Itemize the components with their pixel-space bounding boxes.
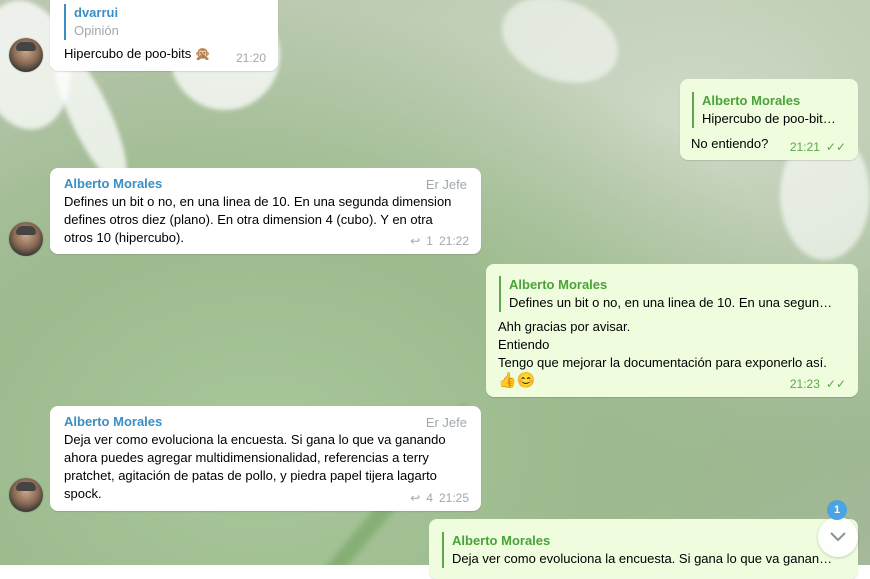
- reply-preview[interactable]: Alberto Morales Defines un bit o no, en …: [499, 276, 849, 312]
- sender-name[interactable]: Alberto Morales: [64, 413, 162, 431]
- reply-arrow-icon[interactable]: ↩: [410, 234, 420, 248]
- message-line: pratchet, agitación de patas de pollo, y…: [64, 468, 437, 483]
- reply-text: Deja ver como evoluciona la encuesta. Si…: [452, 551, 833, 566]
- message-line: ahora puedes agregar multidimensionalida…: [64, 450, 429, 465]
- message-text: Defines un bit o no, en una linea de 10.…: [64, 193, 451, 247]
- reply-sender: Alberto Morales: [509, 277, 608, 292]
- message-line: Entiendo: [498, 337, 550, 352]
- message-meta: 21:21 ✓✓: [790, 140, 846, 154]
- message-line: Tengo que mejorar la documentación para …: [498, 355, 827, 370]
- message-time: 21:25: [438, 491, 469, 505]
- unread-count-badge[interactable]: 1: [827, 500, 847, 520]
- sender-role: Er Jefe: [425, 177, 467, 192]
- scroll-down-button[interactable]: [818, 517, 858, 557]
- sender-role: Er Jefe: [425, 415, 467, 430]
- message-bubble[interactable]: Alberto Morales Deja ver como evoluciona…: [429, 519, 858, 579]
- read-checkmarks-icon: ✓✓: [825, 140, 846, 154]
- message-text: Deja ver como evoluciona la encuesta. Si…: [64, 431, 446, 503]
- message-bubble[interactable]: Alberto Morales Hipercubo de poo-bit… No…: [680, 79, 858, 160]
- reply-sender: Alberto Morales: [702, 93, 801, 108]
- forward-header: dvarrui Opinión: [64, 4, 119, 40]
- message-time: 21:22: [438, 234, 469, 248]
- message-time: 21:21: [789, 140, 820, 154]
- message-line: Deja ver como evoluciona la encuesta. Si…: [64, 432, 446, 447]
- reply-text: Hipercubo de poo-bit…: [702, 111, 836, 126]
- message-line: spock.: [64, 486, 102, 501]
- sender-name[interactable]: Alberto Morales: [64, 175, 162, 193]
- emoji-line: 👍😊: [498, 372, 536, 389]
- message-bubble[interactable]: Alberto Morales Er Jefe Deja ver como ev…: [50, 406, 481, 511]
- message-line: defines otros diez (plano). En otra dime…: [64, 212, 433, 227]
- message-line: otros 10 (hipercubo).: [64, 230, 184, 245]
- message-time: 21:23: [789, 377, 820, 391]
- message-text: No entiendo?: [691, 136, 769, 151]
- message-time: 21:20: [235, 51, 266, 65]
- message-bubble[interactable]: Alberto Morales Er Jefe Defines un bit o…: [50, 168, 481, 254]
- message-meta: ↩ 4 21:25: [410, 491, 469, 505]
- avatar[interactable]: [9, 222, 43, 256]
- message-meta: ↩ 1 21:22: [410, 234, 469, 248]
- message-line: Defines un bit o no, en una linea de 10.…: [64, 194, 452, 209]
- avatar[interactable]: [9, 38, 43, 72]
- message-meta: 21:23 ✓✓: [790, 377, 846, 391]
- message-bubble[interactable]: Alberto Morales Defines un bit o no, en …: [486, 264, 858, 397]
- message-meta: 21:20: [236, 51, 266, 65]
- reply-text: Defines un bit o no, en una linea de 10.…: [509, 295, 833, 310]
- reply-preview[interactable]: Alberto Morales Deja ver como evoluciona…: [442, 532, 837, 568]
- reply-sender: Alberto Morales: [452, 533, 551, 548]
- reply-arrow-icon[interactable]: ↩: [410, 491, 420, 505]
- message-text: Ahh gracias por avisar. Entiendo Tengo q…: [498, 318, 827, 390]
- sender-name[interactable]: dvarrui: [74, 4, 119, 22]
- message-text: Hipercubo de poo-bits 🙊: [64, 46, 211, 61]
- chevron-down-icon: [830, 532, 846, 542]
- reply-count[interactable]: 1: [426, 234, 433, 248]
- message-line: Ahh gracias por avisar.: [498, 319, 631, 334]
- read-checkmarks-icon: ✓✓: [825, 377, 846, 391]
- background-petal: [489, 0, 631, 99]
- message-bubble[interactable]: dvarrui Opinión Hipercubo de poo-bits 🙊 …: [50, 0, 278, 71]
- sender-role: Opinión: [74, 23, 119, 38]
- avatar[interactable]: [9, 478, 43, 512]
- reply-preview[interactable]: Alberto Morales Hipercubo de poo-bit…: [692, 92, 854, 128]
- reply-count[interactable]: 4: [426, 491, 433, 505]
